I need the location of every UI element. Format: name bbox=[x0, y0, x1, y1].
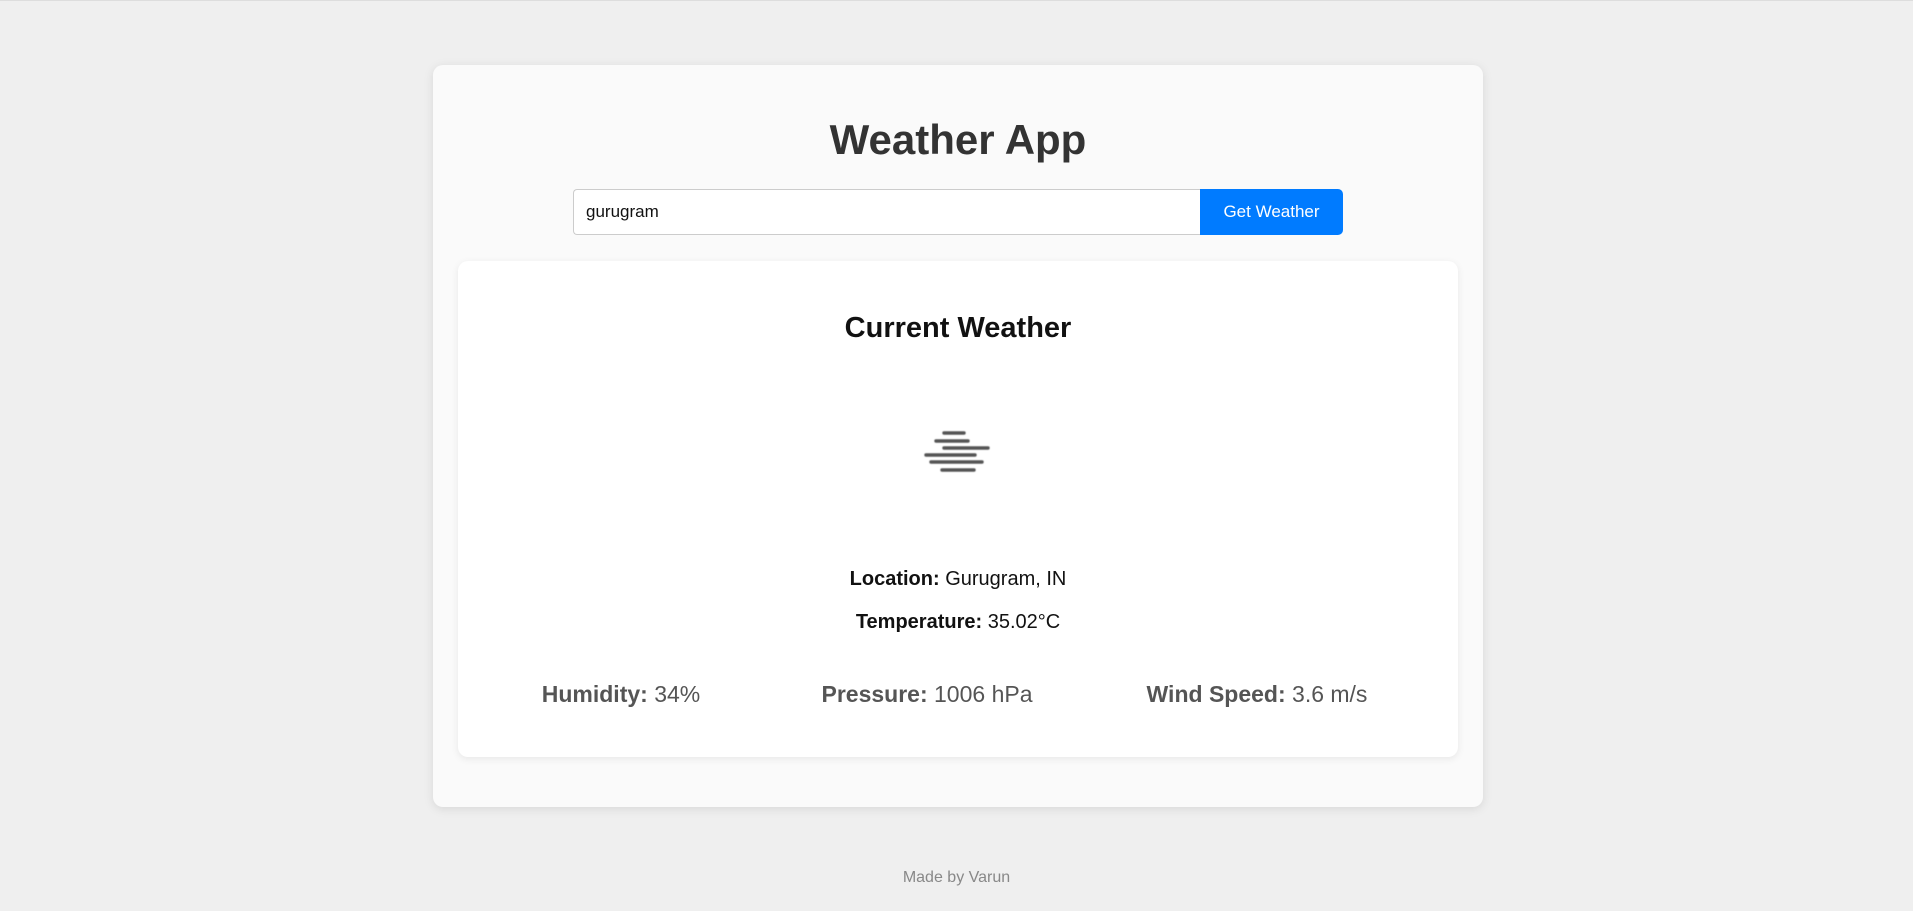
wind-speed-stat: Wind Speed: 3.6 m/s bbox=[1147, 680, 1368, 708]
temperature-line: Temperature: 35.02°C bbox=[458, 610, 1458, 634]
pressure-label: Pressure: bbox=[821, 681, 928, 707]
temperature-label: Temperature: bbox=[855, 611, 983, 633]
pressure-value: 1006 hPa bbox=[927, 681, 1033, 707]
current-weather-heading: Current Weather bbox=[844, 312, 1072, 344]
app-title: Weather App bbox=[829, 116, 1087, 163]
get-weather-button[interactable]: Get Weather bbox=[1200, 189, 1343, 235]
humidity-label: Humidity: bbox=[541, 681, 648, 707]
page: Weather App Get Weather Current Weather bbox=[0, 0, 1913, 911]
mist-icon bbox=[924, 431, 990, 472]
current-weather-card: Current Weather Location: Gurugram, IN T… bbox=[458, 261, 1458, 757]
temperature-value: 35.02°C bbox=[982, 611, 1061, 633]
wind-speed-value: 3.6 m/s bbox=[1285, 681, 1368, 707]
humidity-value: 34% bbox=[647, 681, 701, 707]
footer-credit: Made by Varun bbox=[902, 869, 1011, 886]
weather-stats: Humidity: 34% Pressure: 1006 hPa Wind Sp… bbox=[458, 680, 1458, 708]
search-bar: Get Weather bbox=[573, 189, 1343, 235]
humidity-stat: Humidity: 34% bbox=[542, 680, 701, 708]
pressure-stat: Pressure: 1006 hPa bbox=[822, 680, 1033, 708]
location-line: Location: Gurugram, IN bbox=[458, 567, 1458, 591]
city-search-input[interactable] bbox=[573, 189, 1200, 235]
wind-speed-label: Wind Speed: bbox=[1146, 681, 1286, 707]
location-value: Gurugram, IN bbox=[939, 568, 1067, 590]
weather-app-card: Weather App Get Weather Current Weather bbox=[433, 65, 1483, 807]
location-label: Location: bbox=[849, 568, 940, 590]
